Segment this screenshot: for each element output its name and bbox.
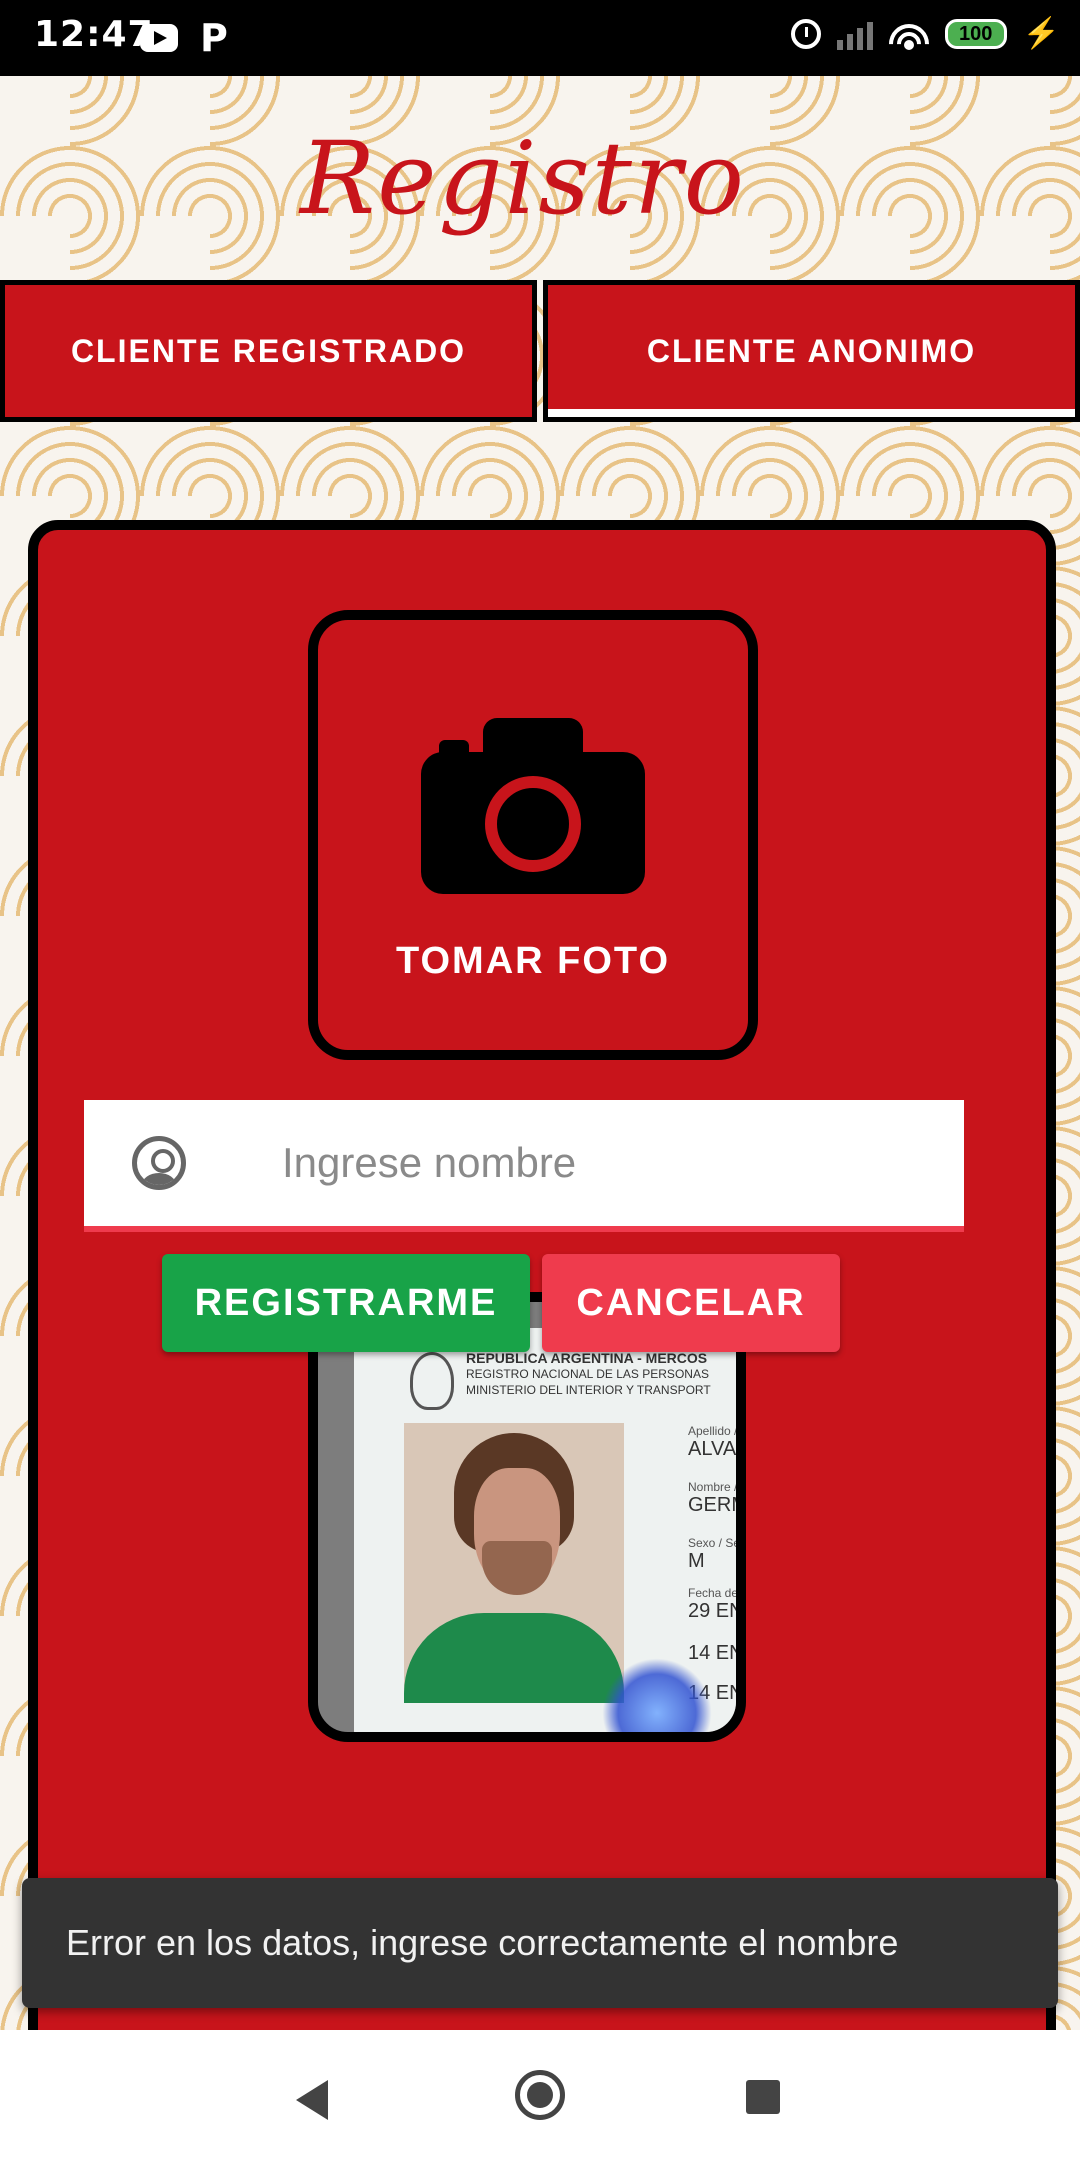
name-input[interactable]: [280, 1138, 884, 1188]
tab-cliente-anonimo[interactable]: CLIENTE ANONIMO: [543, 280, 1080, 422]
user-icon: [132, 1136, 186, 1190]
tab-cliente-registrado[interactable]: CLIENTE REGISTRADO: [0, 280, 537, 422]
youtube-icon: [140, 24, 178, 52]
battery-icon: 100: [944, 18, 1007, 49]
signal-icon: [836, 18, 873, 50]
id-field-birthdate: Fecha de 29 EN: [688, 1586, 744, 1622]
id-field-name: Nombre / GERM: [688, 1480, 746, 1516]
id-card-header: REPUBLICA ARGENTINA - MERCOS REGISTRO NA…: [466, 1350, 711, 1397]
status-bar: 12:47 P 100 ⚡: [0, 0, 1080, 76]
take-photo-label: TOMAR FOTO: [395, 939, 671, 982]
name-field[interactable]: [84, 1100, 964, 1232]
id-field-surname: Apellido / ALVAR: [688, 1424, 746, 1460]
camera-icon: [421, 717, 645, 894]
notification-icons: P: [140, 16, 228, 60]
home-icon[interactable]: [515, 2070, 565, 2120]
recents-icon[interactable]: [746, 2080, 780, 2114]
charging-icon: ⚡: [1022, 17, 1060, 50]
battery-level: 100: [958, 22, 993, 45]
alarm-icon: [790, 18, 821, 49]
cancel-button[interactable]: CANCELAR: [542, 1254, 840, 1352]
id-field-issue-date: 14 ENE: [688, 1642, 744, 1664]
wifi-icon: [888, 17, 929, 50]
status-time: 12:47: [34, 14, 154, 55]
system-icons: 100 ⚡: [790, 16, 1060, 51]
navigation-bar: [0, 2030, 1080, 2160]
tab-label: CLIENTE REGISTRADO: [70, 332, 467, 369]
portrait: [404, 1423, 624, 1703]
error-toast: Error en los datos, ingrese correctament…: [22, 1878, 1058, 2008]
register-button[interactable]: REGISTRARME: [162, 1254, 530, 1352]
tab-bar: CLIENTE REGISTRADO CLIENTE ANONIMO: [0, 280, 1080, 422]
take-photo-button[interactable]: TOMAR FOTO: [308, 610, 758, 1060]
id-card-image: REPUBLICA ARGENTINA - MERCOS REGISTRO NA…: [354, 1328, 746, 1732]
id-field-sex: Sexo / Se M: [688, 1536, 741, 1572]
id-photo-preview: REPUBLICA ARGENTINA - MERCOS REGISTRO NA…: [308, 1292, 746, 1742]
page-title: Registro: [300, 120, 746, 237]
coat-of-arms-icon: [410, 1352, 454, 1410]
toast-message: Error en los datos, ingrese correctament…: [66, 1922, 899, 1963]
tab-label: CLIENTE ANONIMO: [646, 332, 977, 369]
back-icon[interactable]: [296, 2080, 328, 2120]
parking-icon: P: [200, 16, 228, 60]
